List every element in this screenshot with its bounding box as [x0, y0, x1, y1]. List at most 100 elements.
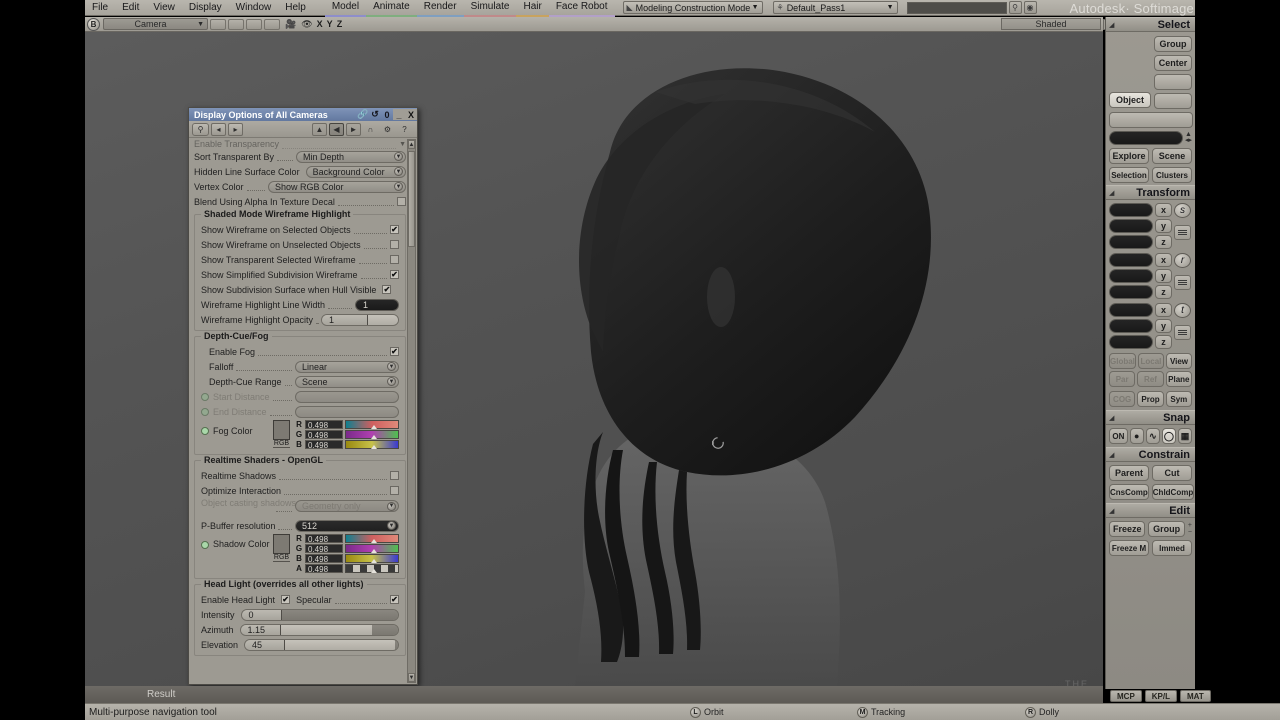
selection-button[interactable]: Selection [1109, 167, 1149, 183]
shadow-channel-a[interactable]: A 0.498 [295, 564, 399, 574]
row-pbuffer-resolution[interactable]: P-Buffer resolution 512 ▼ [197, 518, 403, 533]
lock-icon[interactable]: ⚙ [380, 123, 395, 136]
scroll-down-icon[interactable]: ▼ [408, 673, 415, 682]
menu-face-robot[interactable]: Face Robot [548, 0, 615, 17]
translate-y-label[interactable]: y [1155, 319, 1172, 333]
channel-input[interactable]: 0.498 [305, 440, 343, 450]
shadow-channel-g[interactable]: G 0.498 [295, 544, 399, 554]
translate-z-label[interactable]: z [1155, 335, 1172, 349]
freeze-button[interactable]: Freeze [1109, 521, 1146, 537]
slider-track[interactable] [371, 624, 398, 635]
row-blend-alpha-texture-decal[interactable]: Blend Using Alpha In Texture Decal [190, 194, 410, 209]
close-button[interactable]: X [405, 109, 417, 120]
show-wireframe-unselected-checkbox[interactable] [390, 240, 399, 249]
channel-ramp[interactable] [345, 430, 399, 439]
fog-channel-g[interactable]: G 0.498 [295, 430, 399, 440]
kpl-button[interactable]: KP/L [1144, 690, 1178, 702]
channel-input[interactable]: 0.498 [305, 534, 343, 544]
channel-input[interactable]: 0.498 [305, 420, 343, 430]
shadow-color-radio[interactable] [201, 540, 209, 549]
chldcomp-button[interactable]: ChldComp [1151, 484, 1195, 500]
collapse-arrow-icon[interactable]: ◢ [1109, 507, 1114, 515]
select-slot-3[interactable] [1109, 112, 1193, 128]
row-realtime-shadows[interactable]: Realtime Shadows [197, 468, 403, 483]
fog-color-swatch[interactable] [273, 420, 290, 440]
sort-transparent-dropdown[interactable]: Min Depth ▼ [296, 150, 406, 163]
channel-ramp[interactable] [345, 440, 399, 449]
menu-render[interactable]: Render [416, 0, 464, 17]
display-options-dialog[interactable]: Display Options of All Cameras 🔗 ↺ 0 _ X… [188, 107, 418, 685]
mcp-button[interactable]: MCP [1110, 690, 1142, 702]
realtime-shadows-checkbox[interactable] [390, 471, 399, 480]
scroll-up-icon[interactable]: ▲ [408, 140, 415, 149]
vertex-color-dropdown[interactable]: Show RGB Color ▼ [268, 180, 406, 193]
edit-header[interactable]: ◢ Edit [1106, 503, 1195, 518]
shadow-channel-r[interactable]: R 0.498 [295, 534, 399, 544]
right-arrow-icon[interactable]: ► [346, 122, 361, 136]
row-start-distance[interactable]: Start Distance [197, 389, 403, 404]
ref-plane-button[interactable]: Plane [1165, 371, 1192, 387]
select-object-button[interactable]: Object [1109, 92, 1151, 108]
row-enable-head-light[interactable]: Enable Head Light ✔ Specular ✔ [197, 592, 403, 607]
axis-y-label[interactable]: Y [327, 19, 333, 29]
snap-header[interactable]: ◢ Snap [1106, 410, 1195, 425]
select-slot-2[interactable] [1154, 93, 1192, 109]
translate-menu-button[interactable] [1174, 325, 1191, 340]
shadow-channel-b[interactable]: B 0.498 [295, 554, 399, 564]
scale-z-field[interactable] [1109, 235, 1153, 249]
channel-input[interactable]: 0.498 [305, 430, 343, 440]
rotate-y-label[interactable]: y [1155, 269, 1172, 283]
slider-track[interactable] [368, 314, 398, 325]
collapse-arrow-icon[interactable]: ◢ [1109, 414, 1114, 422]
shadow-color-swatch[interactable] [273, 534, 290, 554]
freeze-m-button[interactable]: Freeze M [1109, 540, 1149, 556]
cog-button[interactable]: COG [1109, 391, 1136, 407]
select-name-field[interactable] [1109, 131, 1183, 145]
rotate-z-field[interactable] [1109, 285, 1153, 299]
translate-z-field[interactable] [1109, 335, 1153, 349]
menu-view[interactable]: View [146, 0, 182, 16]
row-show-simplified-subdivision-wireframe[interactable]: Show Simplified Subdivision Wireframe ✔ [197, 267, 403, 282]
row-enable-fog[interactable]: Enable Fog ✔ [197, 344, 403, 359]
collapse-arrow-icon[interactable]: ◢ [1109, 451, 1114, 459]
row-hidden-line-surface-color[interactable]: Hidden Line Surface Color Background Col… [190, 164, 410, 179]
row-optimize-interaction[interactable]: Optimize Interaction [197, 483, 403, 498]
immed-button[interactable]: Immed [1152, 540, 1192, 556]
optimize-interaction-checkbox[interactable] [390, 486, 399, 495]
row-elevation[interactable]: Elevation 45 [197, 637, 403, 652]
ref-view-button[interactable]: View [1165, 353, 1193, 369]
channel-ramp[interactable] [345, 420, 399, 429]
object-casting-dropdown[interactable]: Geometry only ▼ [295, 500, 399, 512]
next-arrow-icon[interactable]: ▸ [228, 122, 243, 136]
axis-x-label[interactable]: X [317, 19, 323, 29]
zero-icon[interactable]: 0 [381, 109, 393, 120]
row-vertex-color[interactable]: Vertex Color Show RGB Color ▼ [190, 179, 410, 194]
construction-mode-combo[interactable]: ◣ Modeling Construction Mode ▼ [622, 1, 763, 14]
azimuth-slider[interactable]: 1.15 [239, 623, 399, 636]
axis-z-label[interactable]: Z [337, 19, 343, 29]
enable-fog-checkbox[interactable]: ✔ [390, 347, 399, 356]
row-show-wireframe-unselected[interactable]: Show Wireframe on Unselected Objects [197, 237, 403, 252]
shadow-color-mode[interactable]: RGB [273, 554, 290, 562]
menu-model[interactable]: Model [324, 0, 367, 17]
viewport-toggle-2[interactable] [228, 18, 244, 30]
row-wireframe-line-width[interactable]: Wireframe Highlight Line Width 1 [197, 297, 403, 312]
row-enable-transparency[interactable]: Enable Transparency ▼ [190, 139, 410, 149]
clusters-button[interactable]: Clusters [1152, 167, 1192, 183]
depth-cue-range-dropdown[interactable]: Scene ▼ [295, 375, 399, 388]
mat-button[interactable]: MAT [1180, 690, 1211, 702]
rotate-tool-button[interactable]: r [1174, 253, 1191, 268]
row-depth-cue-range[interactable]: Depth-Cue Range Scene ▼ [197, 374, 403, 389]
scale-z-label[interactable]: z [1155, 235, 1172, 249]
scrollbar-thumb[interactable] [408, 151, 415, 247]
select-group-button[interactable]: Group [1154, 36, 1192, 52]
row-intensity[interactable]: Intensity 0 [197, 607, 403, 622]
fog-channel-b[interactable]: B 0.498 [295, 440, 399, 450]
wireframe-opacity-slider[interactable]: 1 [321, 313, 399, 326]
start-distance-radio[interactable] [201, 392, 209, 401]
end-distance-radio[interactable] [201, 407, 209, 416]
row-azimuth[interactable]: Azimuth 1.15 [197, 622, 403, 637]
show-wireframe-selected-checkbox[interactable]: ✔ [390, 225, 399, 234]
grid-icon[interactable]: ▦ [1177, 428, 1193, 444]
channel-input[interactable]: 0.498 [305, 554, 343, 564]
